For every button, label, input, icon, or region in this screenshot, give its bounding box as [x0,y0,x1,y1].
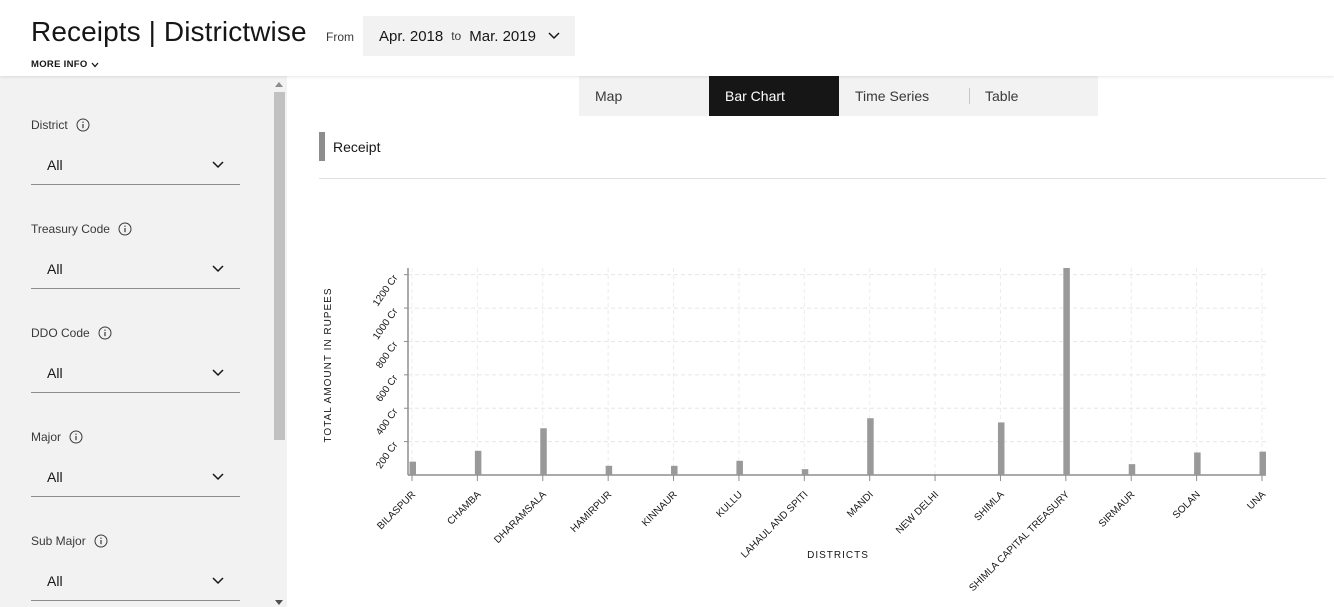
select-value: All [47,572,63,589]
tab-label: Time Series [855,88,930,104]
filter-label: DDO Code [31,326,90,340]
bar [1063,268,1070,475]
sidebar-scrollbar[interactable] [272,80,286,605]
scroll-down-arrow[interactable] [275,600,283,605]
filter-ddo-code: DDO Code All [31,325,240,393]
more-info-label: MORE INFO [31,59,88,70]
x-tick-label: BILASPUR [375,489,418,532]
tab-bar-chart[interactable]: Bar Chart [709,76,839,116]
y-tick-label: 400 Cr [374,406,401,437]
chevron-down-icon [212,364,224,382]
info-icon[interactable] [76,118,90,132]
filter-sub-major: Sub Major All [31,533,240,601]
select-value: All [47,468,63,485]
bar [474,450,482,475]
select-value: All [47,364,63,381]
filter-label: Sub Major [31,534,86,548]
select-value: All [47,156,63,173]
x-tick-label: UNA [1245,489,1268,512]
bar-chart: 200 Cr400 Cr600 Cr 800 Cr1000 Cr1200 Cr BI… [323,268,1268,594]
treasury-code-select[interactable]: All [31,249,240,289]
filter-sidebar: District All Treasury Code All DDO Code … [0,76,287,607]
x-axis-title: DISTRICTS [807,550,869,561]
sub-major-select[interactable]: All [31,561,240,601]
x-tick-label: NEW DELHI [894,489,941,536]
x-tick-label: SHIMLA [972,489,1006,523]
chevron-down-icon [212,468,224,486]
bar [867,418,874,475]
tab-map[interactable]: Map [579,76,709,116]
page-header: Receipts | Districtwise From Apr. 2018 t… [0,0,1334,76]
x-tick-label: SIRMAUR [1097,489,1137,529]
tab-label: Bar Chart [725,88,785,104]
filter-label: Treasury Code [31,222,110,236]
date-from: Apr. 2018 [379,27,444,45]
filter-label: District [31,118,68,132]
y-tick-label: 800 Cr [374,339,401,370]
chevron-down-icon [212,572,224,590]
x-tick-label: KULLU [714,489,745,520]
x-tick-label: LAHAUL AND SPITI [739,489,810,560]
bar [1128,464,1136,475]
section-accent-bar [319,132,325,161]
bar [605,465,613,475]
filter-label: Major [31,430,62,444]
bar [540,428,547,475]
select-value: All [47,260,63,277]
info-icon[interactable] [94,534,108,548]
bar [1259,451,1266,475]
y-tick-label: 1000 Cr [371,306,401,342]
tab-label: Table [985,88,1019,104]
bar [736,460,743,475]
y-tick-label: 600 Cr [374,373,401,404]
filter-district: District All [31,117,240,185]
bar [409,461,416,475]
ddo-code-select[interactable]: All [31,353,240,393]
date-to: Mar. 2019 [469,27,536,45]
bar [1194,452,1201,475]
y-tick-label: 1200 Cr [371,273,401,309]
x-tick-label: DHARAMSALA [492,489,549,546]
date-to-label: to [451,29,462,43]
bar [671,465,678,475]
info-icon[interactable] [69,430,83,444]
chevron-down-icon [212,260,224,278]
from-label: From [326,30,354,44]
page-title: Receipts | Districtwise [31,16,307,47]
view-tabs: Map Bar Chart Time Series Table [579,76,1098,116]
info-icon[interactable] [118,222,132,236]
scrollbar-thumb[interactable] [274,92,285,440]
filter-major: Major All [31,429,240,497]
chevron-down-icon [91,62,99,68]
date-range-picker[interactable]: Apr. 2018 to Mar. 2019 [363,16,575,56]
major-select[interactable]: All [31,457,240,497]
tab-time-series[interactable]: Time Series [839,76,969,116]
chevron-down-icon [548,32,560,40]
section-title: Receipt [333,139,381,155]
x-tick-label: HAMIRPUR [569,489,614,534]
tab-table[interactable]: Table [969,76,1098,116]
district-select[interactable]: All [31,145,240,185]
filter-treasury-code: Treasury Code All [31,221,240,289]
section-divider [319,178,1326,179]
x-tick-label: CHAMBA [445,489,483,527]
tab-separator [969,88,970,104]
bar [997,422,1005,475]
chevron-down-icon [212,156,224,174]
more-info-toggle[interactable]: MORE INFO [31,59,99,70]
tab-label: Map [595,88,623,104]
y-tick-label: 200 Cr [374,439,401,470]
y-axis-title: TOTAL AMOUNT IN RUPEES [323,288,334,443]
info-icon[interactable] [98,326,112,340]
x-tick-label: KINNAUR [640,489,680,529]
scroll-up-arrow[interactable] [275,82,283,87]
x-tick-label: MANDI [845,489,876,520]
bar [801,469,809,475]
x-tick-label: SOLAN [1171,489,1203,521]
